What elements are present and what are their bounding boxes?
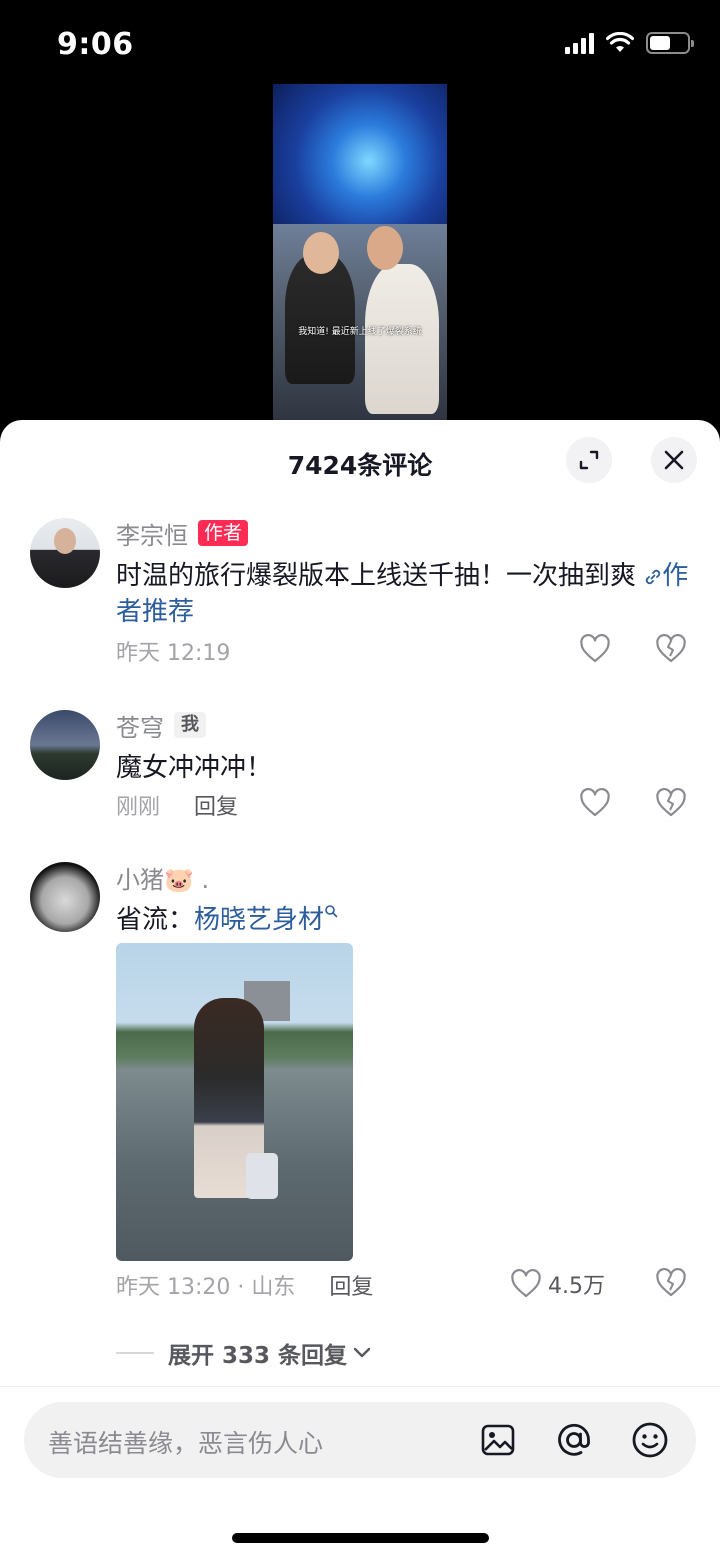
video-caption: 我知道! 最近新上线了爆裂系统 [298,327,422,337]
video-people-scene: 我知道! 最近新上线了爆裂系统 [273,224,447,420]
author-tag: 作者 [198,520,249,546]
comment-text: 省流：杨晓艺身材 [116,902,690,938]
comment-author[interactable]: 李宗恒 [116,516,188,551]
emoji-icon [632,1422,668,1458]
image-button[interactable] [478,1420,518,1460]
video-game-scene [273,84,447,224]
video-player[interactable]: 我知道! 最近新上线了爆裂系统 [273,84,447,420]
like-count: 4.5万 [548,1274,605,1299]
comment-item: 苍穹 我 魔女冲冲冲！ [116,710,690,786]
comment-input[interactable]: 善语结善缘，恶言伤人心 [24,1402,696,1478]
status-icons [565,32,694,54]
wifi-icon [606,32,634,52]
chevron-down-icon [353,1347,371,1358]
broken-heart-icon [656,788,686,817]
reply-button[interactable]: 回复 [329,1269,373,1301]
status-time: 9:06 [57,27,134,62]
avatar[interactable] [30,710,100,780]
expand-button[interactable] [566,437,612,483]
comment-image[interactable] [116,943,353,1261]
broken-heart-icon [656,1268,686,1297]
comment-item: 小猪🐷 . 省流：杨晓艺身材 [116,862,690,938]
heart-icon [580,788,610,817]
input-placeholder: 善语结善缘，恶言伤人心 [48,1429,324,1458]
dislike-button[interactable] [655,634,687,664]
close-icon [664,450,684,470]
emoji-button[interactable] [630,1420,670,1460]
comment-text: 时温的旅行爆裂版本上线送千抽！一次抽到爽 作者推荐 [116,561,689,627]
divider [0,1386,720,1387]
comment-time: 刚刚 [116,795,161,820]
comment-author[interactable]: 小猪🐷 . [116,860,209,895]
avatar[interactable] [30,862,100,932]
dislike-button[interactable] [655,788,687,818]
status-bar: 9:06 [0,0,720,90]
comment-item: 李宗恒 作者 时温的旅行爆裂版本上线送千抽！一次抽到爽 作者推荐 [116,518,690,630]
link-icon [646,569,661,585]
home-indicator[interactable] [232,1533,489,1543]
image-icon [481,1424,515,1456]
signal-icon [565,32,594,54]
heart-icon [580,634,610,663]
like-button[interactable] [579,634,611,664]
comment-count-title: 7424条评论 [287,451,433,480]
expand-replies-label: 展开 333 条回复 [168,1343,348,1369]
battery-icon [646,32,694,54]
divider-line [116,1352,154,1354]
heart-icon [511,1269,541,1298]
dislike-button[interactable] [655,1268,687,1298]
comment-text: 魔女冲冲冲！ [116,753,273,783]
search-link[interactable]: 杨晓艺身材 [194,905,324,935]
like-button[interactable]: 4.5万 [510,1268,605,1300]
broken-heart-icon [656,634,686,663]
comment-time: 昨天 13:20 · 山东 [116,1275,296,1300]
search-icon [325,905,338,918]
reply-button[interactable]: 回复 [194,789,238,821]
like-button[interactable] [579,788,611,818]
me-tag: 我 [174,712,206,738]
at-icon [558,1423,590,1456]
comment-author[interactable]: 苍穹 [116,708,164,743]
close-button[interactable] [651,437,697,483]
expand-icon [579,450,599,470]
expand-replies[interactable]: 展开 333 条回复 [116,1336,371,1370]
comment-time: 昨天 12:19 [116,641,231,666]
mention-button[interactable] [554,1420,594,1460]
avatar[interactable] [30,518,100,588]
